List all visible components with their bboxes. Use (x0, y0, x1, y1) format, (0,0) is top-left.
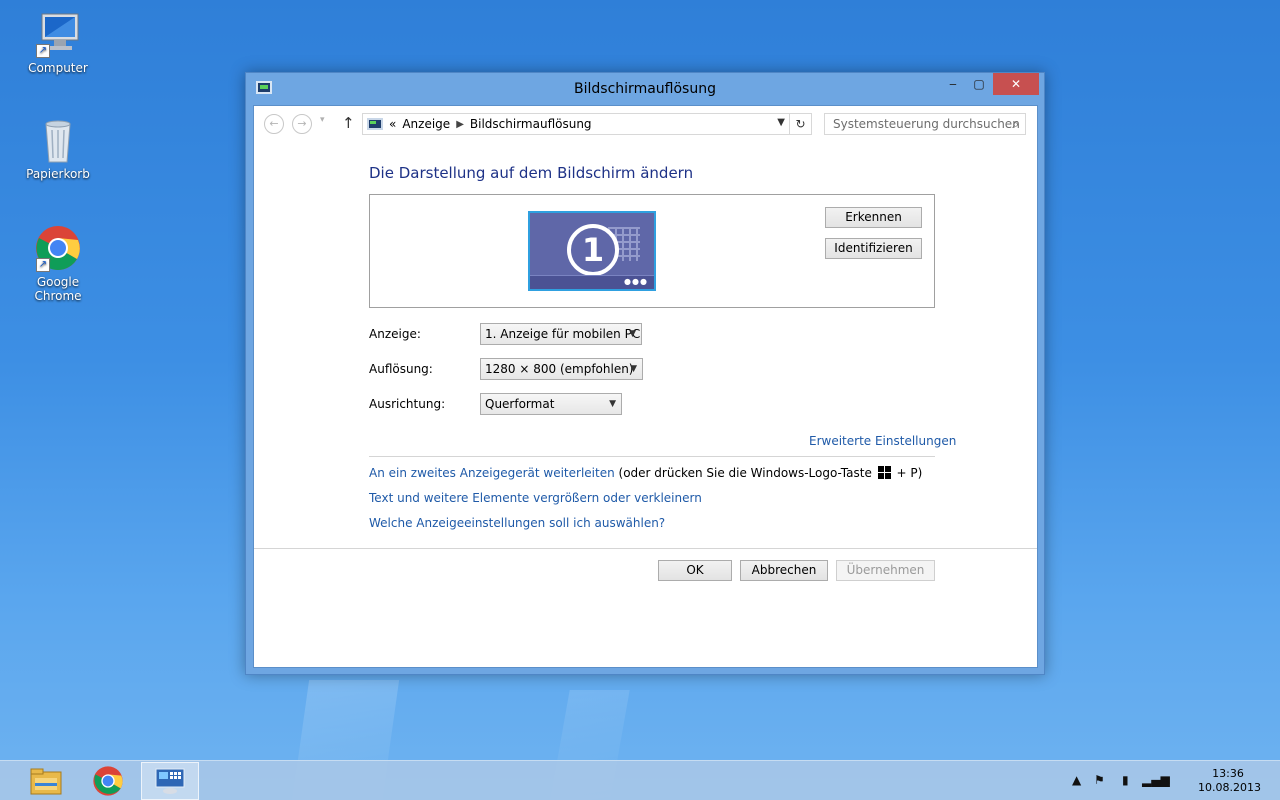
project-hint-suffix: + P) (896, 466, 923, 480)
desktop-icon-computer[interactable]: ↗ Computer (13, 10, 103, 75)
second-display-link[interactable]: An ein zweites Anzeigegerät weiterleiten (369, 466, 615, 480)
show-hidden-icons-button[interactable]: ▲ (1072, 773, 1081, 787)
display-settings-icon (367, 118, 383, 130)
action-center-flag-icon[interactable]: ⚑ (1094, 773, 1105, 787)
project-line: An ein zweites Anzeigegerät weiterleiten… (369, 466, 922, 480)
file-explorer-icon (30, 768, 62, 795)
maximize-button[interactable]: ▢ (966, 73, 992, 95)
up-button[interactable]: ↑ (342, 114, 355, 132)
monitor-taskbar: ●●● (530, 275, 654, 289)
screen-resolution-window: Bildschirmauflösung ‒ ▢ ✕ ← → ▾ ↑ « Anze… (245, 72, 1045, 675)
back-button[interactable]: ← (264, 114, 284, 134)
dots-icon: ●●● (624, 277, 648, 286)
orientation-select[interactable]: Querformat ▼ (480, 393, 622, 415)
breadcrumb-overflow[interactable]: « (389, 117, 396, 131)
monitor-number: 1 (567, 224, 619, 276)
identify-button[interactable]: Identifizieren (825, 238, 922, 259)
resolution-select[interactable]: 1280 × 800 (empfohlen) ▼ (480, 358, 643, 380)
text-size-link[interactable]: Text und weitere Elemente vergrößern ode… (369, 491, 702, 505)
taskbar-clock[interactable]: 13:36 10.08.2013 (1198, 767, 1261, 795)
display-preview-area: 1 ●●● Erkennen Identifizieren (369, 194, 935, 308)
chevron-down-icon[interactable]: ▼ (777, 117, 785, 128)
cancel-button[interactable]: Abbrechen (740, 560, 828, 581)
orientation-label: Ausrichtung: (369, 397, 446, 411)
windows-logo-icon (877, 466, 891, 479)
taskbar-display-settings[interactable] (141, 762, 199, 800)
desktop-icon-recycle-bin[interactable]: Papierkorb (13, 116, 103, 181)
taskbar-file-explorer[interactable] (17, 762, 75, 800)
recycle-bin-icon (34, 116, 82, 164)
desktop-icon-label: Papierkorb (26, 167, 90, 181)
desktop-icon-google-chrome[interactable]: ↗ Google Chrome (13, 224, 103, 303)
chevron-right-icon[interactable]: ▶ (456, 119, 464, 130)
taskbar-chrome[interactable] (79, 762, 137, 800)
display-settings-icon (155, 768, 185, 794)
minimize-button[interactable]: ‒ (940, 73, 966, 95)
display-select-value: 1. Anzeige für mobilen PC (485, 327, 641, 341)
monitor-1-preview[interactable]: 1 ●●● (528, 211, 656, 291)
apply-button[interactable]: Übernehmen (836, 560, 935, 581)
resolution-select-value: 1280 × 800 (empfohlen) (485, 362, 634, 376)
clock-date: 10.08.2013 (1198, 781, 1261, 794)
address-bar[interactable]: « Anzeige ▶ Bildschirmauflösung ▼ ↻ (362, 113, 812, 135)
forward-button[interactable]: → (292, 114, 312, 134)
resolution-label: Auflösung: (369, 362, 433, 376)
desktop-icon-label: Computer (28, 61, 88, 75)
ok-button[interactable]: OK (658, 560, 732, 581)
page-title: Die Darstellung auf dem Bildschirm änder… (369, 164, 694, 182)
window-title: Bildschirmauflösung (574, 81, 716, 97)
project-hint-text: (oder drücken Sie die Windows-Logo-Taste (618, 466, 872, 480)
computer-icon: ↗ (34, 10, 82, 58)
navigation-bar: ← → ▾ ↑ « Anzeige ▶ Bildschirmauflösung … (254, 106, 1037, 142)
chevron-down-icon: ▼ (609, 399, 616, 409)
window-client-area: ← → ▾ ↑ « Anzeige ▶ Bildschirmauflösung … (253, 105, 1038, 668)
breadcrumb-item-anzeige[interactable]: Anzeige (402, 117, 450, 131)
chrome-icon (93, 766, 123, 796)
search-input[interactable]: Systemsteuerung durchsuchen ⌕ (824, 113, 1026, 135)
search-placeholder: Systemsteuerung durchsuchen (833, 117, 1020, 131)
chrome-icon: ↗ (34, 224, 82, 272)
help-link[interactable]: Welche Anzeigeeinstellungen soll ich aus… (369, 516, 665, 530)
divider (369, 456, 935, 457)
taskbar: ▲ ⚑ ▮ ▂▄▆ 🔈︎ 13:36 10.08.2013 (0, 760, 1280, 800)
detect-button[interactable]: Erkennen (825, 207, 922, 228)
close-button[interactable]: ✕ (993, 73, 1039, 95)
advanced-settings-link[interactable]: Erweiterte Einstellungen (809, 434, 956, 448)
breadcrumb-item-resolution[interactable]: Bildschirmauflösung (470, 117, 592, 131)
shortcut-arrow-icon: ↗ (36, 258, 50, 272)
refresh-button[interactable]: ↻ (789, 114, 811, 134)
chevron-down-icon: ▼ (629, 329, 636, 339)
desktop-icon-label: Google Chrome (34, 275, 82, 303)
clock-time: 13:36 (1212, 767, 1244, 780)
shortcut-arrow-icon: ↗ (36, 44, 50, 58)
recent-locations-button[interactable]: ▾ (320, 115, 325, 125)
footer-divider (254, 548, 1037, 549)
volume-icon[interactable]: 🔈︎ (1166, 773, 1173, 788)
orientation-select-value: Querformat (485, 397, 555, 411)
display-select[interactable]: 1. Anzeige für mobilen PC ▼ (480, 323, 642, 345)
battery-icon[interactable]: ▮ (1122, 773, 1129, 787)
window-titlebar[interactable]: Bildschirmauflösung ‒ ▢ ✕ (246, 73, 1044, 105)
chevron-down-icon: ▼ (630, 364, 637, 374)
display-label: Anzeige: (369, 327, 421, 341)
search-icon[interactable]: ⌕ (1012, 114, 1019, 134)
